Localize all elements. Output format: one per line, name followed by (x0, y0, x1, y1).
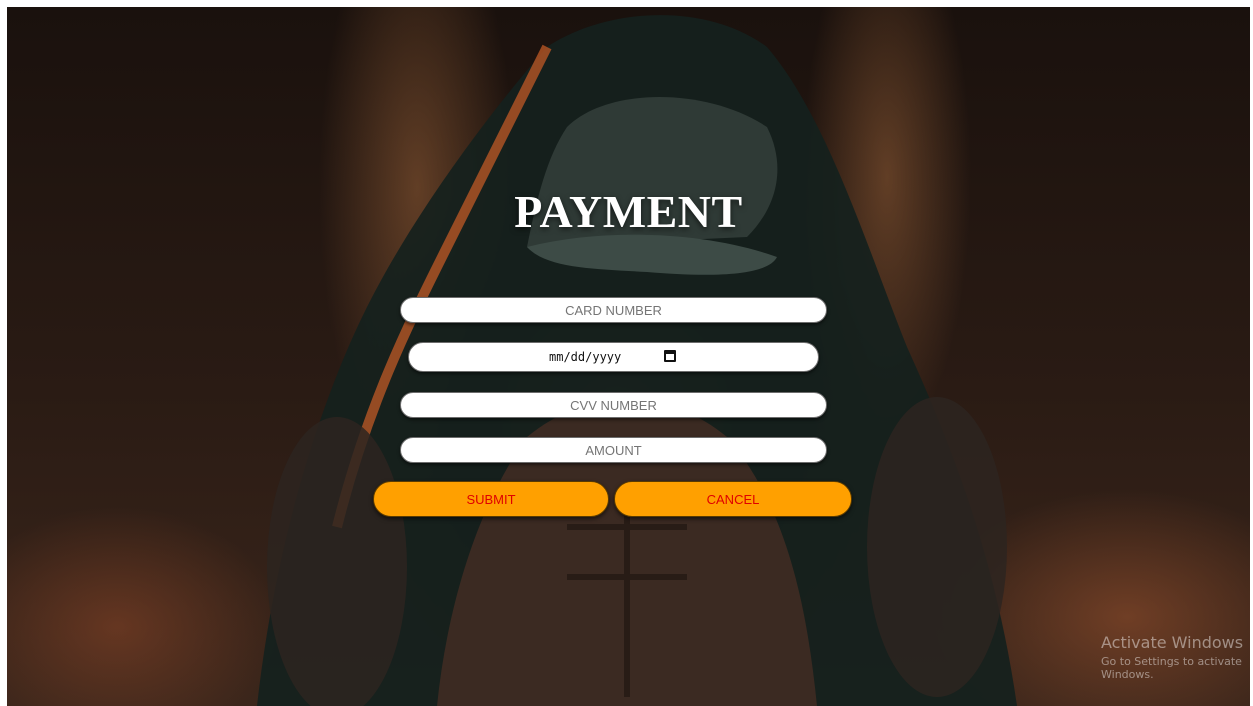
cancel-button[interactable]: CANCEL (614, 481, 852, 517)
cvv-number-input[interactable] (400, 392, 827, 418)
card-number-input[interactable] (400, 297, 827, 323)
background-photo: PAYMENT mm/dd/yyyy SUBMIT CANCEL Activat… (7, 7, 1250, 706)
amount-input[interactable] (400, 437, 827, 463)
watermark-line-1: Activate Windows (1101, 633, 1244, 652)
expiry-date-input[interactable]: mm/dd/yyyy (408, 342, 819, 372)
calendar-icon[interactable] (664, 350, 676, 362)
page-title: PAYMENT (514, 186, 743, 237)
activate-windows-watermark: Activate Windows Go to Settings to activ… (1101, 633, 1250, 681)
watermark-line-2: Go to Settings to activate Windows. (1101, 655, 1242, 681)
expiry-date-placeholder: mm/dd/yyyy (549, 350, 622, 364)
submit-button[interactable]: SUBMIT (373, 481, 609, 517)
